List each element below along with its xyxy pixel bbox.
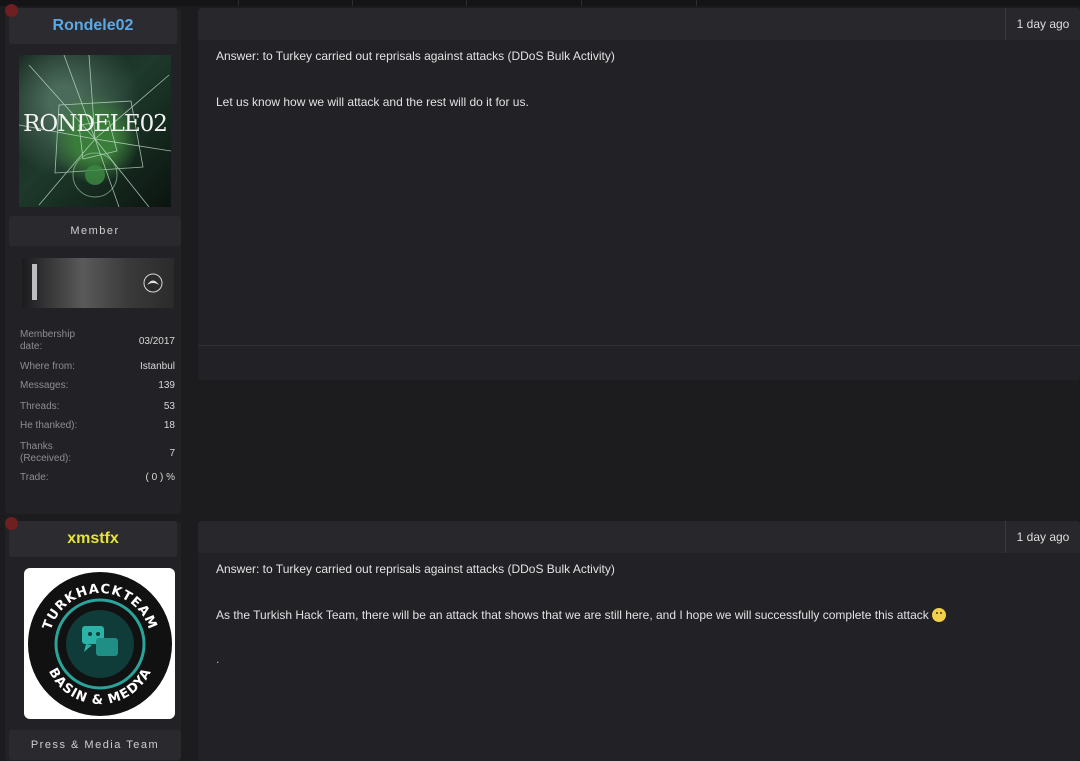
stat-membership: Membership date: 03/2017 (20, 329, 175, 352)
rank-badge (22, 258, 174, 308)
username-link[interactable]: xmstfx (67, 530, 119, 547)
badge-stripe (32, 264, 37, 300)
user-avatar[interactable]: TURKHACKTEAM BASIN & MEDYA (24, 568, 175, 719)
user-rank: Member (9, 216, 181, 246)
user-sidebar: Rondele02 RONDELE02 Member Membership da… (5, 8, 181, 514)
stat-he-thanked: He thanked): 18 (20, 420, 175, 431)
stat-where-from: Where from: Istanbul (20, 361, 175, 372)
emblem-icon (143, 273, 163, 293)
status-indicator (5, 517, 18, 530)
status-indicator (5, 4, 18, 17)
username-header: Rondele02 (9, 8, 177, 44)
post-timestamp[interactable]: 1 day ago (1005, 8, 1080, 40)
team-logo-icon: TURKHACKTEAM BASIN & MEDYA (28, 572, 172, 716)
post-content: 1 day ago Answer: to Turkey carried out … (198, 8, 1080, 380)
post-title: Answer: to Turkey carried out reprisals … (216, 49, 615, 63)
post-body-text: As the Turkish Hack Team, there will be … (216, 608, 929, 622)
stat-thanks-received: Thanks (Received): 7 (20, 441, 175, 464)
stat-messages: Messages: 139 (20, 380, 175, 391)
post-content: 1 day ago Answer: to Turkey carried out … (198, 521, 1080, 761)
avatar-logo-text: RONDELE02 (23, 111, 168, 137)
forum-post: Rondele02 RONDELE02 Member Membership da… (0, 4, 1080, 514)
post-header: 1 day ago (198, 8, 1080, 40)
post-body: Let us know how we will attack and the r… (216, 95, 529, 109)
post-title: Answer: to Turkey carried out reprisals … (216, 562, 615, 576)
user-rank: Press & Media Team (9, 730, 181, 760)
smile-emoji-icon (931, 608, 946, 622)
top-divider (0, 0, 1080, 6)
user-avatar[interactable]: RONDELE02 (19, 55, 171, 207)
stat-threads: Threads: 53 (20, 401, 175, 412)
post-header: 1 day ago (198, 521, 1080, 553)
username-header: xmstfx (9, 521, 177, 557)
stat-trade: Trade: ( 0 ) % (20, 472, 175, 483)
post-timestamp[interactable]: 1 day ago (1005, 521, 1080, 553)
username-link[interactable]: Rondele02 (53, 17, 134, 34)
post-body: As the Turkish Hack Team, there will be … (216, 608, 946, 622)
post-footer-divider (198, 345, 1080, 346)
post-trailing-text: . (216, 652, 220, 666)
user-sidebar: xmstfx TURKHACKTEAM BASIN & MEDYA Press … (5, 521, 181, 761)
forum-post: xmstfx TURKHACKTEAM BASIN & MEDYA Press … (0, 517, 1080, 761)
